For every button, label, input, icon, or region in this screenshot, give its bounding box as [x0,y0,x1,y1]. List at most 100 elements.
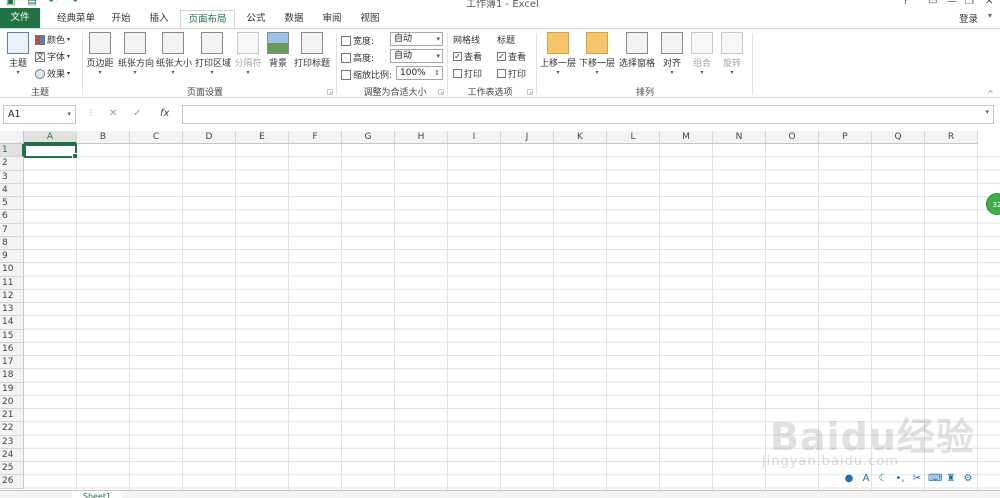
select-all-corner[interactable] [0,131,24,144]
breaks-button[interactable]: 分隔符 ▾ [234,32,262,76]
tab-page-layout[interactable]: 页面布局 [180,10,235,29]
column-header[interactable]: D [183,131,236,144]
theme-colors-button[interactable]: 颜色 ▾ [35,33,70,46]
width-select[interactable]: 自动 ▾ [390,32,443,46]
row-header[interactable]: 8 [0,236,24,250]
align-button[interactable]: 对齐 ▾ [660,32,684,76]
punctuation-icon[interactable]: •, [894,473,906,485]
column-header[interactable]: I [448,131,501,144]
column-header[interactable]: P [819,131,872,144]
tab-formulas[interactable]: 公式 [240,10,272,28]
column-header[interactable]: K [554,131,607,144]
ribbon-display-icon[interactable]: ▭ [928,0,937,7]
tab-view[interactable]: 视图 [354,10,386,28]
expand-formula-icon[interactable]: ▾ [985,108,989,116]
column-header[interactable]: G [342,131,395,144]
name-box[interactable]: A1 ▾ [3,105,76,124]
gridlines-print-checkbox[interactable]: 打印 [453,67,482,80]
chevron-down-icon[interactable]: ▾ [67,106,71,123]
font-a-icon[interactable]: A [860,473,872,485]
background-button[interactable]: 背景 [266,32,290,69]
fill-handle[interactable] [72,153,78,159]
active-cell[interactable] [24,144,78,159]
group-button[interactable]: 组合 ▾ [690,32,714,76]
headings-print-checkbox[interactable]: 打印 [497,67,526,80]
themes-button[interactable]: 主题 ▾ [4,32,32,76]
row-header[interactable]: 26 [0,475,24,489]
column-header[interactable]: Q [872,131,925,144]
column-header[interactable]: R [925,131,978,144]
row-header[interactable]: 23 [0,435,24,449]
moon-icon[interactable]: ☾ [877,473,889,485]
row-header[interactable]: 21 [0,409,24,423]
row-header[interactable]: 18 [0,369,24,383]
row-header[interactable]: 1 [0,144,24,158]
formula-input[interactable]: ▾ [182,105,994,124]
tab-classic-menu[interactable]: 经典菜单 [48,10,104,28]
gear-icon[interactable]: ⚙ [962,473,974,485]
row-header[interactable]: 15 [0,329,24,343]
enter-icon[interactable]: ✓ [133,108,141,119]
scale-stepper[interactable]: 100% ⇕ [396,66,443,80]
selection-pane-button[interactable]: 选择窗格 [618,32,656,69]
row-header[interactable]: 25 [0,462,24,476]
row-header[interactable]: 6 [0,210,24,224]
row-header[interactable]: 13 [0,303,24,317]
keyboard-icon[interactable]: ⌨ [928,473,942,485]
row-header[interactable]: 2 [0,157,24,171]
column-header[interactable]: B [77,131,130,144]
row-header[interactable]: 5 [0,197,24,211]
redo-icon[interactable]: ↷ [69,0,77,7]
dialog-launcher-icon[interactable]: ◲ [327,88,334,96]
column-header[interactable]: J [501,131,554,144]
print-area-button[interactable]: 打印区域 ▾ [195,32,231,76]
tab-data[interactable]: 数据 [278,10,310,28]
undo-icon[interactable]: ↶ [49,0,57,7]
row-header[interactable]: 7 [0,223,24,237]
close-icon[interactable]: ✕ [985,0,993,7]
insert-function-icon[interactable]: fx [160,108,169,119]
minimize-icon[interactable]: — [947,0,957,7]
gridlines-view-checkbox[interactable]: ✓ 查看 [453,50,482,63]
row-header[interactable]: 14 [0,316,24,330]
row-header[interactable]: 12 [0,289,24,303]
headings-view-checkbox[interactable]: ✓ 查看 [497,50,526,63]
cancel-icon[interactable]: ✕ [109,108,117,119]
row-header[interactable]: 4 [0,183,24,197]
row-header[interactable]: 11 [0,276,24,290]
dialog-launcher-icon[interactable]: ◲ [438,88,445,96]
column-header[interactable]: M [660,131,713,144]
column-header[interactable]: A [24,131,77,144]
help-icon[interactable]: ? [903,0,908,7]
tab-home[interactable]: 开始 [106,10,136,28]
column-header[interactable]: H [395,131,448,144]
row-header[interactable]: 16 [0,342,24,356]
row-header[interactable]: 3 [0,170,24,184]
login-chevron-icon[interactable]: ▾ [988,11,992,20]
column-header[interactable]: E [236,131,289,144]
row-header[interactable]: 10 [0,263,24,277]
user-icon[interactable]: ● [843,473,855,485]
scissors-icon[interactable]: ✂ [911,473,923,485]
login-link[interactable]: 登录 [959,11,978,25]
rotate-button[interactable]: 旋转 ▾ [720,32,744,76]
tab-insert[interactable]: 插入 [143,10,175,28]
tab-file[interactable]: 文件 [0,8,40,28]
row-header[interactable]: 22 [0,422,24,436]
page-size-button[interactable]: 纸张大小 ▾ [156,32,192,76]
theme-effects-button[interactable]: 效果 ▾ [35,67,70,80]
tab-review[interactable]: 审阅 [316,10,348,28]
bring-forward-button[interactable]: 上移一层 ▾ [540,32,576,76]
theme-fonts-button[interactable]: 文 字体 ▾ [35,50,70,63]
orientation-button[interactable]: 纸张方向 ▾ [118,32,154,76]
column-header[interactable]: N [713,131,766,144]
row-header[interactable]: 19 [0,382,24,396]
column-header[interactable]: C [130,131,183,144]
height-select[interactable]: 自动 ▾ [390,49,443,63]
restore-icon[interactable]: ❐ [965,0,974,7]
column-header[interactable]: O [766,131,819,144]
save-icon[interactable]: ▤ [27,0,36,7]
margins-button[interactable]: 页边距 ▾ [86,32,114,76]
collapse-ribbon-icon[interactable]: ^ [987,89,994,98]
row-header[interactable]: 17 [0,356,24,370]
